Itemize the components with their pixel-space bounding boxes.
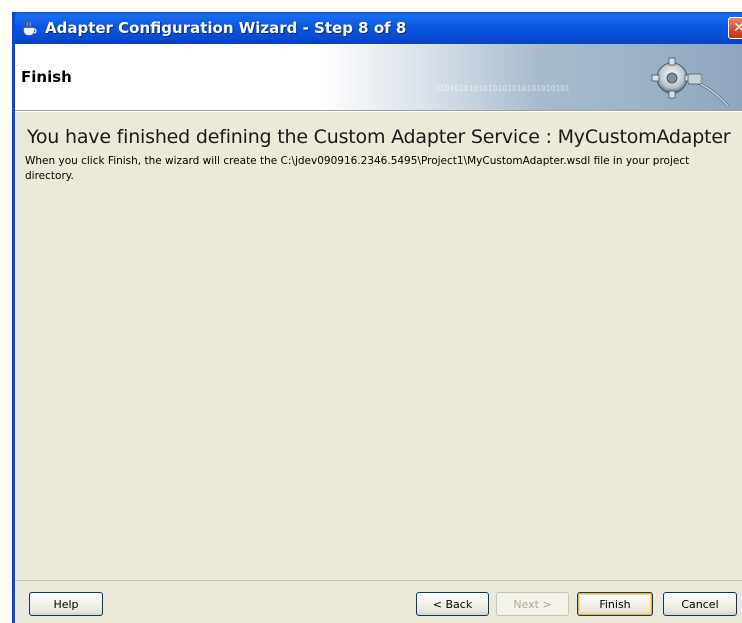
title-bar[interactable]: Adapter Configuration Wizard - Step 8 of…: [15, 12, 742, 44]
step-title: Finish: [21, 68, 72, 86]
window-title: Adapter Configuration Wizard - Step 8 of…: [45, 19, 407, 37]
completion-heading: You have finished defining the Custom Ad…: [27, 126, 731, 148]
step-header: Finish 0101010101010101010101010101: [15, 44, 742, 111]
java-cup-icon: [19, 17, 41, 39]
finish-button[interactable]: Finish: [577, 592, 653, 616]
wizard-window: Adapter Configuration Wizard - Step 8 of…: [12, 12, 742, 623]
close-icon: ✕: [733, 20, 742, 36]
completion-description: When you click Finish, the wizard will c…: [25, 155, 690, 182]
cancel-button[interactable]: Cancel: [663, 592, 737, 616]
header-binary-decoration: 0101010101010101010101010101: [435, 84, 570, 93]
help-button[interactable]: Help: [29, 592, 103, 616]
gear-plug-icon: [642, 50, 732, 108]
button-bar: Help < Back Next > Finish Cancel: [15, 580, 742, 623]
close-button[interactable]: ✕: [728, 17, 742, 39]
content-panel: You have finished defining the Custom Ad…: [15, 111, 742, 581]
next-button[interactable]: Next >: [496, 592, 569, 616]
back-button[interactable]: < Back: [416, 592, 489, 616]
